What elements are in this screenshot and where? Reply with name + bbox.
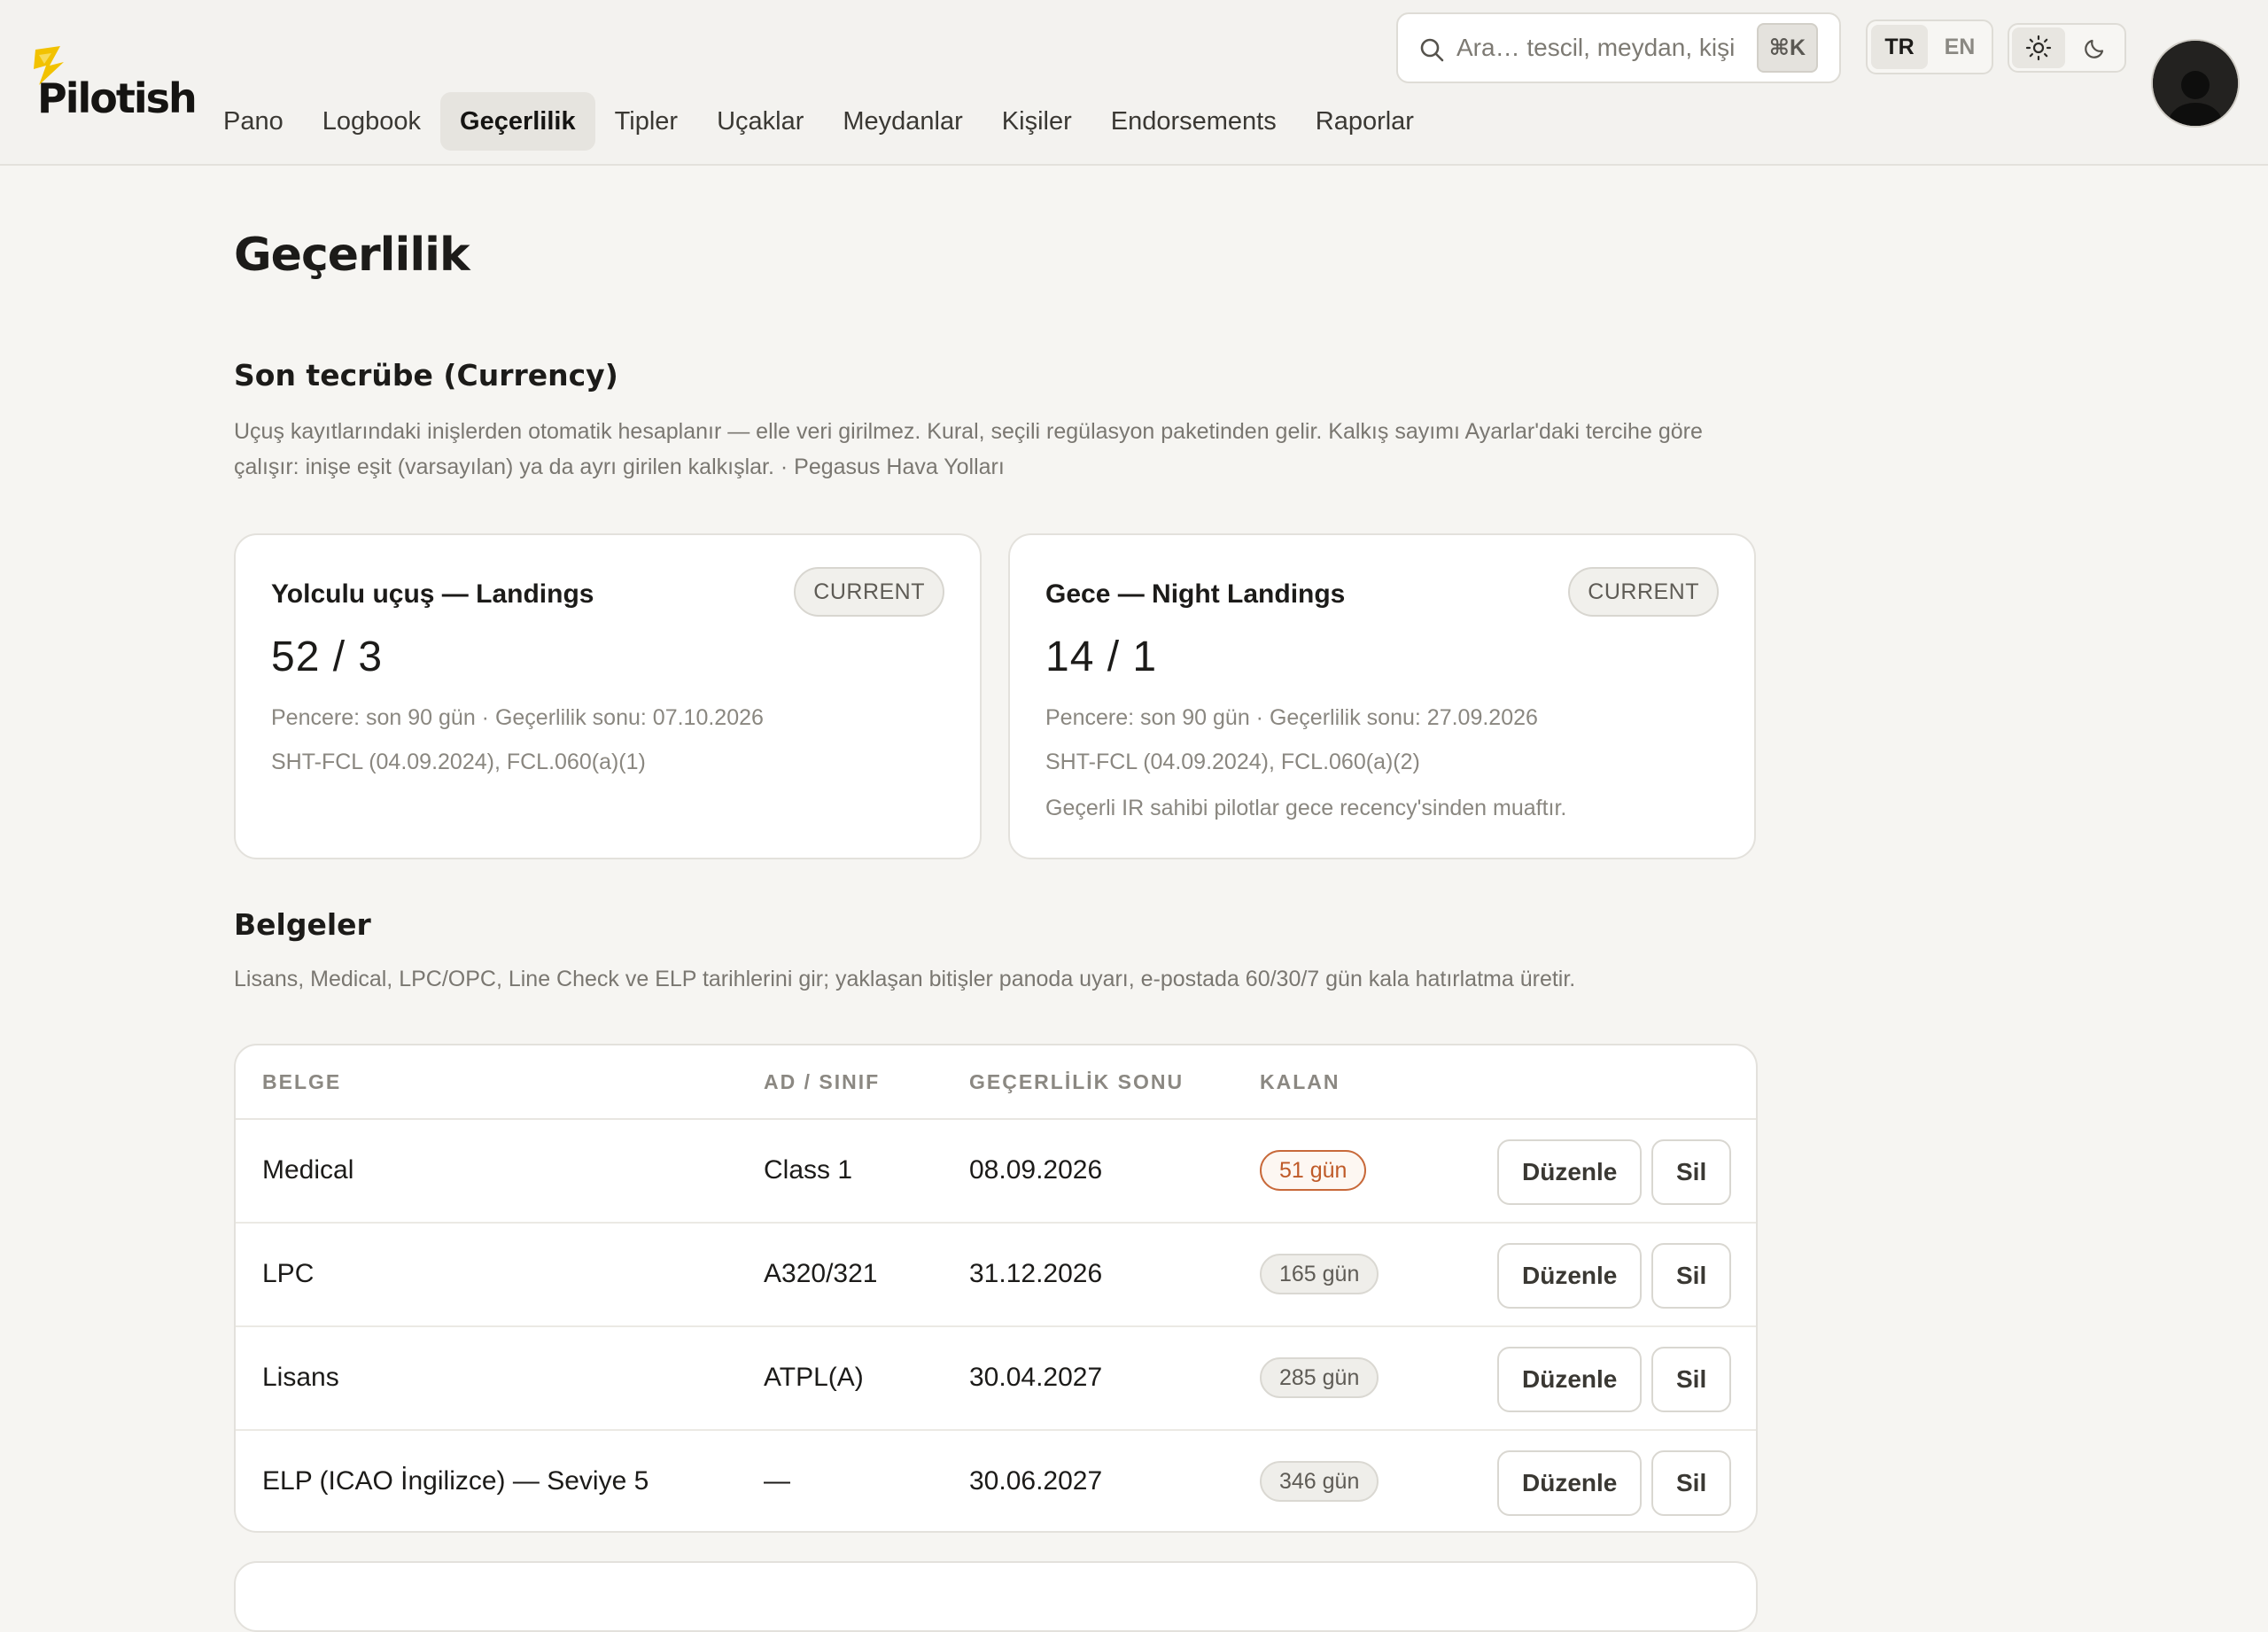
document-class: — xyxy=(764,1466,790,1496)
document-expiry: 30.04.2027 xyxy=(969,1363,1103,1392)
column-header-expiry: GEÇERLİLİK SONU xyxy=(969,1070,1184,1093)
document-name: ELP (ICAO İngilizce) — Seviye 5 xyxy=(262,1466,649,1496)
document-expiry: 08.09.2026 xyxy=(969,1155,1103,1185)
currency-rule: SHT-FCL (04.09.2024), FCL.060(a)(1) xyxy=(271,750,646,774)
column-header-document: BELGE xyxy=(262,1070,342,1093)
delete-button[interactable]: Sil xyxy=(1651,1347,1732,1412)
remaining-badge: 346 gün xyxy=(1260,1461,1379,1502)
language-switcher: TR EN xyxy=(1866,19,1993,74)
delete-button[interactable]: Sil xyxy=(1651,1243,1732,1309)
moon-icon xyxy=(2085,39,2104,58)
column-header-remaining: KALAN xyxy=(1260,1070,1340,1093)
main-nav: Pano Logbook Geçerlilik Tipler Uçaklar M… xyxy=(204,92,1433,151)
currency-count: 14 / 1 xyxy=(1045,633,1158,680)
brand-name: Pilotish xyxy=(37,74,198,122)
status-badge: CURRENT xyxy=(1568,567,1719,617)
light-theme-button[interactable] xyxy=(2012,27,2065,68)
currency-card-title: Gece — Night Landings xyxy=(1045,579,1346,609)
remaining-badge: 165 gün xyxy=(1260,1254,1379,1294)
currency-rule: SHT-FCL (04.09.2024), FCL.060(a)(2) xyxy=(1045,750,1420,774)
currency-card-night-landings: Gece — Night Landings CURRENT 14 / 1 Pen… xyxy=(1008,533,1756,859)
currency-window: Pencere: son 90 gün · Geçerlilik sonu: 2… xyxy=(1045,705,1538,730)
nav-item-logbook[interactable]: Logbook xyxy=(303,92,440,151)
search-shortcut-hint: ⌘K xyxy=(1756,23,1818,73)
search-input[interactable] xyxy=(1456,14,1740,82)
document-expiry: 30.06.2027 xyxy=(969,1466,1103,1496)
document-class: A320/321 xyxy=(764,1259,878,1288)
status-badge: CURRENT xyxy=(794,567,944,617)
table-row: ELP (ICAO İngilizce) — Seviye 5 — 30.06.… xyxy=(236,1431,1756,1531)
nav-item-tipler[interactable]: Tipler xyxy=(595,92,697,151)
remaining-badge: 285 gün xyxy=(1260,1357,1379,1398)
table-row: Lisans ATPL(A) 30.04.2027 285 gün Düzenl… xyxy=(236,1327,1756,1431)
documents-table: BELGE AD / SINIF GEÇERLİLİK SONU KALAN M… xyxy=(234,1044,1758,1533)
currency-window: Pencere: son 90 gün · Geçerlilik sonu: 0… xyxy=(271,705,764,730)
nav-item-raporlar[interactable]: Raporlar xyxy=(1296,92,1433,151)
edit-button[interactable]: Düzenle xyxy=(1497,1243,1643,1309)
document-name: Lisans xyxy=(262,1363,339,1392)
dark-theme-button[interactable] xyxy=(2069,27,2122,68)
column-header-class: AD / SINIF xyxy=(764,1070,881,1093)
currency-section-title: Son tecrübe (Currency) xyxy=(234,358,618,392)
edit-button[interactable]: Düzenle xyxy=(1497,1139,1643,1205)
delete-button[interactable]: Sil xyxy=(1651,1139,1732,1205)
currency-card-landings: Yolculu uçuş — Landings CURRENT 52 / 3 P… xyxy=(234,533,982,859)
top-header: Pilotish Pano Logbook Geçerlilik Tipler … xyxy=(0,0,2268,166)
next-section-card xyxy=(234,1561,1758,1632)
table-row: Medical Class 1 08.09.2026 51 gün Düzenl… xyxy=(236,1120,1756,1224)
currency-count: 52 / 3 xyxy=(271,633,384,680)
nav-item-gecerlilik[interactable]: Geçerlilik xyxy=(440,92,595,151)
search-box[interactable]: ⌘K xyxy=(1396,12,1841,83)
nav-item-meydanlar[interactable]: Meydanlar xyxy=(823,92,982,151)
documents-section-description: Lisans, Medical, LPC/OPC, Line Check ve … xyxy=(234,967,1576,991)
currency-card-title: Yolculu uçuş — Landings xyxy=(271,579,594,609)
brand-logo[interactable]: Pilotish xyxy=(28,46,198,126)
table-header: BELGE AD / SINIF GEÇERLİLİK SONU KALAN xyxy=(236,1045,1756,1120)
page-title: Geçerlilik xyxy=(234,229,470,282)
currency-section-description: Uçuş kayıtlarındaki inişlerden otomatik … xyxy=(234,419,1703,479)
table-row: LPC A320/321 31.12.2026 165 gün Düzenle … xyxy=(236,1224,1756,1327)
nav-item-endorsements[interactable]: Endorsements xyxy=(1091,92,1296,151)
document-expiry: 31.12.2026 xyxy=(969,1259,1103,1288)
nav-item-kisiler[interactable]: Kişiler xyxy=(983,92,1091,151)
nav-item-pano[interactable]: Pano xyxy=(204,92,303,151)
edit-button[interactable]: Düzenle xyxy=(1497,1450,1643,1516)
user-avatar[interactable] xyxy=(2153,41,2238,126)
sun-icon xyxy=(2025,35,2052,61)
currency-note: Geçerli IR sahibi pilotlar gece recency'… xyxy=(1045,796,1567,820)
theme-switcher xyxy=(2008,23,2126,73)
edit-button[interactable]: Düzenle xyxy=(1497,1347,1643,1412)
document-name: Medical xyxy=(262,1155,354,1185)
nav-item-ucaklar[interactable]: Uçaklar xyxy=(697,92,823,151)
document-class: Class 1 xyxy=(764,1155,853,1185)
documents-section-title: Belgeler xyxy=(234,907,371,942)
document-name: LPC xyxy=(262,1259,315,1288)
user-avatar-icon xyxy=(2153,41,2238,126)
lang-tr-button[interactable]: TR xyxy=(1871,25,1928,69)
document-class: ATPL(A) xyxy=(764,1363,864,1392)
remaining-badge: 51 gün xyxy=(1260,1150,1367,1191)
lang-en-button[interactable]: EN xyxy=(1931,25,1988,69)
delete-button[interactable]: Sil xyxy=(1651,1450,1732,1516)
search-icon xyxy=(1420,38,1444,62)
